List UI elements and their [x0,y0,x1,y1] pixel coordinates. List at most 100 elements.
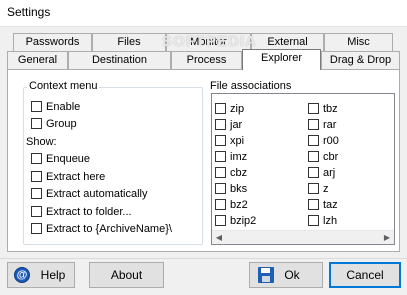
assoc-r00[interactable]: r00 [308,135,339,149]
assoc-label: tbz [323,103,338,115]
show-extract-to-folder-checkbox[interactable]: Extract to folder... [31,206,132,220]
tab-label: External [267,36,308,48]
tab-explorer[interactable]: Explorer [242,49,321,70]
show-extract-here-checkbox[interactable]: Extract here [31,171,105,185]
tab-general[interactable]: General [7,51,68,69]
explorer-panel: Context menu Enable Group Show: Enqueue … [7,69,400,252]
about-label: About [110,268,143,282]
checkbox-box[interactable] [215,199,226,210]
divider [0,258,407,259]
checkbox-box[interactable] [308,199,319,210]
tab-passwords[interactable]: Passwords [13,33,92,51]
checkbox-box[interactable] [31,101,42,112]
assoc-label: xpi [230,135,245,147]
assoc-label: imz [230,151,248,163]
checkbox-label: Extract to folder... [46,206,132,218]
checkbox-box[interactable] [308,151,319,162]
assoc-jar[interactable]: jar [215,119,242,133]
cancel-button[interactable]: Cancel [329,262,401,288]
tab-process[interactable]: Process [171,51,242,69]
tab-label: Passwords [25,36,80,48]
checkbox-box[interactable] [215,183,226,194]
assoc-z[interactable]: z [308,183,329,197]
checkbox-box[interactable] [31,171,42,182]
context-menu-title: Context menu [27,80,100,92]
horizontal-scrollbar[interactable]: ◀ ▶ [212,230,394,244]
about-button[interactable]: About [89,262,164,288]
checkbox-label: Extract to {ArchiveName}\ [46,223,172,235]
assoc-arj[interactable]: arj [308,167,335,181]
title-bar: Settings [0,0,407,27]
checkbox-box[interactable] [308,183,319,194]
assoc-lzh[interactable]: lzh [308,215,337,229]
checkbox-box[interactable] [31,223,42,234]
assoc-label: bz2 [230,199,248,211]
assoc-bz2[interactable]: bz2 [215,199,248,213]
scroll-right-icon[interactable]: ▶ [380,231,394,244]
tab-drag-drop[interactable]: Drag & Drop [321,51,400,69]
cancel-label: Cancel [346,268,384,282]
tab-files[interactable]: Files [92,33,166,51]
window-title: Settings [7,5,51,19]
tab-destination[interactable]: Destination [68,51,171,69]
assoc-label: jar [230,119,243,131]
tab-label: Misc [347,36,370,48]
checkbox-label: Group [46,118,77,130]
checkbox-box[interactable] [215,119,226,130]
checkbox-box[interactable] [308,103,319,114]
assoc-label: arj [323,167,336,179]
assoc-cbz[interactable]: cbz [215,167,247,181]
checkbox-box[interactable] [31,118,42,129]
assoc-label: bzip2 [230,215,257,227]
checkbox-box[interactable] [308,167,319,178]
assoc-label: cbz [230,167,248,179]
assoc-rar[interactable]: rar [308,119,336,133]
assoc-taz[interactable]: taz [308,199,338,213]
help-button[interactable]: Help [7,262,75,288]
assoc-label: lzh [323,215,338,227]
assoc-imz[interactable]: imz [215,151,247,165]
ok-label: Ok [284,268,300,282]
assoc-bzip2[interactable]: bzip2 [215,215,256,229]
save-icon [258,267,274,283]
assoc-zip[interactable]: zip [215,103,244,117]
assoc-label: rar [323,119,337,131]
tab-label: Explorer [261,52,302,64]
show-enqueue-checkbox[interactable]: Enqueue [31,153,90,167]
assoc-label: taz [323,199,338,211]
assoc-label: cbr [323,151,339,163]
checkbox-box[interactable] [31,153,42,164]
show-label: Show: [26,136,57,148]
checkbox-box[interactable] [215,135,226,146]
group-checkbox[interactable]: Group [31,118,77,132]
checkbox-box[interactable] [215,103,226,114]
assoc-xpi[interactable]: xpi [215,135,244,149]
assoc-bks[interactable]: bks [215,183,247,197]
checkbox-box[interactable] [215,151,226,162]
watermark: SOFTPEDIA [162,33,257,50]
assoc-label: bks [230,183,248,195]
assoc-cbr[interactable]: cbr [308,151,338,165]
checkbox-box[interactable] [308,135,319,146]
file-associations-list[interactable]: zip jar xpi imz cbz bks bz2 bzip2 tbz2 t… [211,93,395,245]
checkbox-box[interactable] [215,167,226,178]
checkbox-label: Extract here [46,171,106,183]
tab-label: Process [186,54,227,66]
show-extract-to-archivename-checkbox[interactable]: Extract to {ArchiveName}\ [31,223,172,237]
checkbox-box[interactable] [308,215,319,226]
tab-label: Drag & Drop [329,54,392,66]
checkbox-box[interactable] [215,215,226,226]
scroll-left-icon[interactable]: ◀ [212,231,226,244]
tab-label: Files [117,36,141,48]
ok-button[interactable]: Ok [249,262,323,288]
tab-label: General [17,54,58,66]
checkbox-box[interactable] [31,206,42,217]
show-extract-automatically-checkbox[interactable]: Extract automatically [31,188,147,202]
enable-checkbox[interactable]: Enable [31,101,80,115]
checkbox-box[interactable] [31,188,42,199]
checkbox-box[interactable] [308,119,319,130]
assoc-tbz[interactable]: tbz [308,103,338,117]
tab-misc[interactable]: Misc [324,33,393,51]
assoc-label: zip [230,103,245,115]
tab-label: Destination [91,54,148,66]
